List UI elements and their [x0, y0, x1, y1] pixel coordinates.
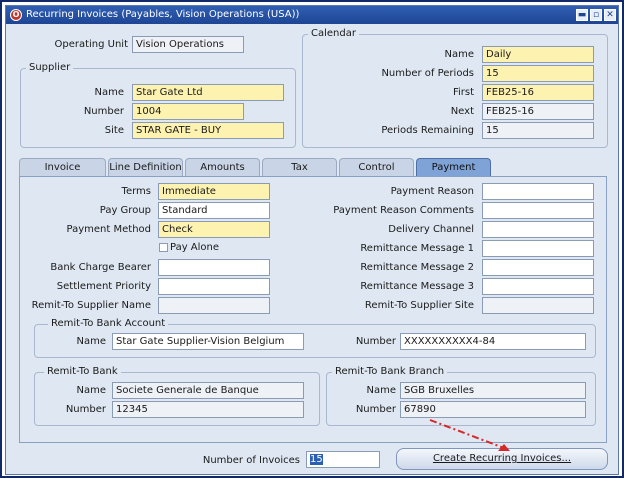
bank-charge-bearer-field[interactable]	[158, 259, 270, 276]
oracle-app-icon: O	[10, 9, 22, 21]
remit-to-supplier-name-field[interactable]	[158, 297, 270, 314]
remittance-message-1-field[interactable]	[482, 240, 594, 257]
tab-payment[interactable]: Payment	[416, 158, 491, 176]
bank-number-label: Number	[65, 404, 106, 415]
remit-to-supplier-name-label: Remit-To Supplier Name	[31, 300, 151, 311]
bank-number-field[interactable]: 12345	[112, 401, 304, 418]
restore-icon[interactable]: ▫	[590, 9, 602, 21]
tab-control[interactable]: Control	[339, 158, 414, 176]
branch-name-field[interactable]: SGB Bruxelles	[400, 382, 586, 399]
supplier-name-field[interactable]: Star Gate Ltd	[132, 84, 284, 101]
supplier-number-label: Number	[83, 106, 124, 117]
remit-to-supplier-site-field[interactable]	[482, 297, 594, 314]
remittance-message-1-label: Remittance Message 1	[360, 243, 474, 254]
periods-remaining-label: Periods Remaining	[381, 125, 474, 136]
number-of-invoices-label: Number of Invoices	[202, 455, 300, 466]
calendar-name-field[interactable]: Daily	[482, 46, 594, 63]
first-period-field[interactable]: FEB25-16	[482, 84, 594, 101]
remit-to-supplier-site-label: Remit-To Supplier Site	[364, 300, 474, 311]
pay-alone-label: Pay Alone	[170, 242, 220, 253]
branch-name-label: Name	[366, 385, 396, 396]
payment-reason-comments-field[interactable]	[482, 202, 594, 219]
bank-name-label: Name	[76, 385, 106, 396]
supplier-group-title: Supplier	[26, 62, 74, 74]
remittance-message-2-label: Remittance Message 2	[360, 262, 474, 273]
payment-method-field[interactable]: Check	[158, 221, 270, 238]
branch-number-label: Number	[355, 404, 396, 415]
supplier-site-label: Site	[104, 125, 124, 136]
number-of-periods-field[interactable]: 15	[482, 65, 594, 82]
bank-account-number-field[interactable]: XXXXXXXXXX4-84	[400, 333, 586, 350]
pay-alone-checkbox[interactable]	[159, 243, 168, 252]
tab-amounts[interactable]: Amounts	[185, 158, 260, 176]
bank-name-field[interactable]: Societe Generale de Banque	[112, 382, 304, 399]
calendar-group-title: Calendar	[308, 28, 359, 40]
payment-reason-comments-label: Payment Reason Comments	[333, 205, 474, 216]
remit-to-bank-title: Remit-To Bank	[44, 366, 121, 378]
annotation-arrow-icon	[429, 419, 510, 451]
remittance-message-2-field[interactable]	[482, 259, 594, 276]
operating-unit-label: Operating Unit	[54, 39, 128, 50]
title-bar[interactable]: O Recurring Invoices (Payables, Vision O…	[6, 6, 618, 24]
bank-account-name-field[interactable]: Star Gate Supplier-Vision Belgium	[112, 333, 304, 350]
number-of-invoices-value: 15	[310, 454, 323, 465]
bank-charge-bearer-label: Bank Charge Bearer	[50, 262, 151, 273]
remittance-message-3-label: Remittance Message 3	[360, 281, 474, 292]
bank-account-number-label: Number	[355, 336, 396, 347]
tab-line-definition[interactable]: Line Definition	[108, 158, 183, 176]
remit-to-bank-account-title: Remit-To Bank Account	[48, 318, 169, 330]
pay-group-label: Pay Group	[99, 205, 151, 216]
close-icon[interactable]: ✕	[604, 9, 616, 21]
remittance-message-3-field[interactable]	[482, 278, 594, 295]
screenshot-frame: O Recurring Invoices (Payables, Vision O…	[0, 0, 624, 478]
settlement-priority-label: Settlement Priority	[56, 281, 151, 292]
terms-label: Terms	[121, 186, 151, 197]
periods-remaining-field[interactable]: 15	[482, 122, 594, 139]
minimize-icon[interactable]: ▬	[576, 9, 588, 21]
remit-to-bank-branch-title: Remit-To Bank Branch	[332, 366, 448, 378]
delivery-channel-label: Delivery Channel	[388, 224, 474, 235]
supplier-name-label: Name	[94, 87, 124, 98]
payment-reason-field[interactable]	[482, 183, 594, 200]
recurring-invoices-window: O Recurring Invoices (Payables, Vision O…	[5, 5, 619, 475]
window-title: Recurring Invoices (Payables, Vision Ope…	[26, 9, 300, 20]
bank-account-name-label: Name	[76, 336, 106, 347]
next-period-field[interactable]: FEB25-16	[482, 103, 594, 120]
supplier-number-field[interactable]: 1004	[132, 103, 244, 120]
terms-field[interactable]: Immediate	[158, 183, 270, 200]
tab-tax[interactable]: Tax	[262, 158, 337, 176]
operating-unit-field[interactable]: Vision Operations	[132, 36, 244, 53]
delivery-channel-field[interactable]	[482, 221, 594, 238]
calendar-name-label: Name	[444, 49, 474, 60]
payment-method-label: Payment Method	[66, 224, 151, 235]
tab-invoice-definition[interactable]: Invoice Definition	[19, 158, 106, 190]
number-of-periods-label: Number of Periods	[381, 68, 474, 79]
settlement-priority-field[interactable]	[158, 278, 270, 295]
next-period-label: Next	[450, 106, 474, 117]
supplier-site-field[interactable]: STAR GATE - BUY	[132, 122, 284, 139]
first-period-label: First	[452, 87, 474, 98]
number-of-invoices-field[interactable]: 15	[306, 451, 380, 468]
pay-group-field[interactable]: Standard	[158, 202, 270, 219]
payment-reason-label: Payment Reason	[390, 186, 474, 197]
